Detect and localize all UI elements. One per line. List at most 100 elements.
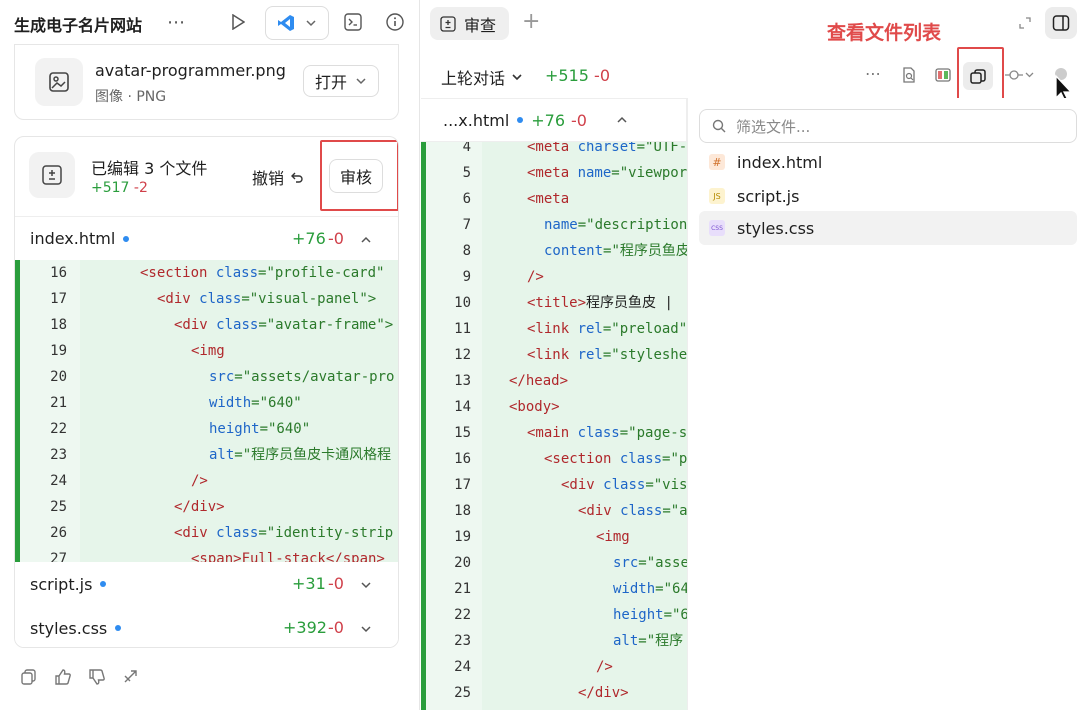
- file-added: +76: [292, 229, 326, 248]
- code-line: 6 <meta: [462, 191, 570, 207]
- modified-dot: [517, 117, 524, 123]
- file-removed: -0: [328, 618, 344, 637]
- filter-placeholder: 筛选文件...: [736, 117, 811, 136]
- code-line: 18 <div class="avatar-frame">: [50, 317, 394, 333]
- image-filename: avatar-programmer.png: [95, 61, 286, 80]
- open-button[interactable]: 打开: [303, 65, 379, 97]
- file-added: +31: [292, 574, 326, 593]
- vscode-icon: [278, 15, 294, 31]
- review-panel: 审查 + 查看文件列表 上轮对话 +515 -0 ⋯ ...x.html +76…: [421, 0, 1080, 710]
- edited-files-stats: +517 -2: [91, 180, 148, 196]
- file-list-highlight-box: [957, 47, 1004, 102]
- open-label: 打开: [314, 73, 347, 92]
- annotation-label: 查看文件列表: [827, 22, 942, 44]
- share-icon[interactable]: [122, 668, 140, 686]
- file-row-script[interactable]: script.js +31 -0: [15, 562, 398, 606]
- code-line: 11 <link rel="preload": [454, 321, 687, 337]
- chevron-up-icon[interactable]: [359, 233, 373, 247]
- modified-dot: [100, 581, 107, 587]
- code-line: 4 <meta charset="UTF-: [462, 142, 687, 155]
- modified-dot: [123, 235, 130, 242]
- chevron-down-icon: [306, 20, 316, 27]
- more-icon[interactable]: ⋯: [166, 12, 186, 33]
- undo-label: 撤销: [252, 169, 285, 188]
- file-row-index[interactable]: index.html +76 -0: [15, 216, 398, 260]
- file-list-item-script[interactable]: JS script.js: [699, 179, 1077, 213]
- add-tab-icon[interactable]: +: [522, 11, 540, 33]
- removed-count: -2: [133, 180, 148, 196]
- chevron-down-icon: [356, 78, 366, 85]
- round-selector[interactable]: 上轮对话: [441, 65, 523, 89]
- code-line: 8 content="程序员鱼皮: [462, 243, 687, 259]
- chat-panel: 生成电子名片网站 ⋯ avatar-programmer.png 图像 · PN…: [0, 0, 420, 710]
- edited-files-title: 已编辑 3 个文件: [91, 159, 208, 178]
- info-icon[interactable]: [385, 12, 405, 32]
- code-line: 24/>: [50, 473, 208, 489]
- diff-icon: [29, 152, 75, 198]
- more-icon[interactable]: ⋯: [865, 64, 881, 83]
- modified-dot: [115, 625, 122, 631]
- split-view-icon[interactable]: [935, 67, 951, 83]
- copy-icon[interactable]: [20, 668, 38, 686]
- code-line: 26 <div class="identity-strip: [50, 525, 394, 541]
- edited-files-card: 已编辑 3 个文件 +517 -2 撤销 审核 index.html +76 -…: [14, 136, 399, 648]
- undo-button[interactable]: 撤销: [252, 165, 304, 189]
- code-line: 25 </div>: [50, 499, 225, 515]
- terminal-icon[interactable]: [343, 12, 363, 32]
- html-file-icon: #: [709, 154, 725, 170]
- file-removed: -0: [328, 574, 344, 593]
- file-name: index.html: [30, 229, 116, 248]
- code-diff-left: 16 <section class="profile-card" 17 <div c…: [15, 260, 398, 562]
- open-in-vscode-button[interactable]: [265, 6, 329, 40]
- thumbs-down-icon[interactable]: [88, 668, 106, 686]
- conversation-title: 生成电子名片网站: [14, 16, 143, 35]
- code-line: 18 <div class="a: [454, 503, 687, 519]
- review-button[interactable]: 审核: [329, 159, 383, 193]
- code-line: 9/>: [462, 269, 544, 285]
- code-line: 19 <img: [454, 529, 630, 545]
- file-name: styles.css: [30, 618, 108, 638]
- chevron-down-icon[interactable]: [359, 578, 373, 592]
- file-list-panel: 筛选文件... # index.html JS script.js CSS st…: [687, 98, 1080, 710]
- undo-icon: [291, 172, 303, 183]
- file-list-item-styles[interactable]: CSS styles.css: [699, 211, 1077, 245]
- chevron-down-icon[interactable]: [359, 622, 373, 636]
- code-line: 20 src="assets/avatar-pro: [50, 369, 395, 385]
- code-line: 14 <body>: [454, 399, 560, 415]
- file-tab-name: ...x.html: [443, 110, 510, 130]
- thumbs-up-icon[interactable]: [54, 668, 72, 686]
- find-file-icon[interactable]: [901, 67, 917, 83]
- image-thumbnail-icon: [35, 58, 83, 106]
- code-line: 23 alt="程序员鱼皮卡通风格程: [50, 447, 392, 463]
- chevron-up-icon[interactable]: [615, 113, 629, 127]
- play-icon[interactable]: [228, 12, 248, 32]
- file-removed: -0: [328, 229, 344, 248]
- file-tab-index[interactable]: ...x.html +76 -0: [421, 98, 687, 142]
- file-name: styles.css: [737, 218, 815, 238]
- code-line: 27 <span>Full-stack</span>: [50, 551, 385, 562]
- code-line: 12 <link rel="styleshe: [454, 347, 687, 363]
- tab-review[interactable]: 审查: [430, 7, 509, 40]
- js-file-icon: JS: [709, 188, 725, 204]
- image-meta: 图像 · PNG: [95, 89, 167, 105]
- code-line: 22 height="640": [50, 421, 311, 437]
- search-icon: [712, 119, 726, 133]
- file-list-item-index[interactable]: # index.html: [699, 145, 1077, 179]
- toggle-sidebar-button[interactable]: [1045, 7, 1077, 39]
- css-file-icon: CSS: [709, 220, 725, 236]
- code-line: 15 <main class="page-s: [454, 425, 687, 441]
- added-count: +517: [91, 180, 130, 196]
- filter-files-field[interactable]: 筛选文件...: [699, 109, 1077, 143]
- chevron-down-icon: [512, 74, 522, 81]
- code-line: 21 width="64: [454, 581, 687, 597]
- diff-icon: [440, 15, 456, 32]
- code-line: 20 src="asse: [454, 555, 687, 571]
- code-line: 19 <img: [50, 343, 225, 359]
- expand-icon[interactable]: [1018, 16, 1032, 30]
- code-line: 21 width="640": [50, 395, 302, 411]
- commit-icon[interactable]: [1005, 67, 1035, 83]
- code-line: 23 alt="程序: [454, 633, 684, 649]
- code-line: 22 height="6: [454, 607, 687, 623]
- file-row-styles[interactable]: styles.css +392 -0: [15, 606, 398, 647]
- code-line: 16 <section class="profile-card": [50, 265, 385, 281]
